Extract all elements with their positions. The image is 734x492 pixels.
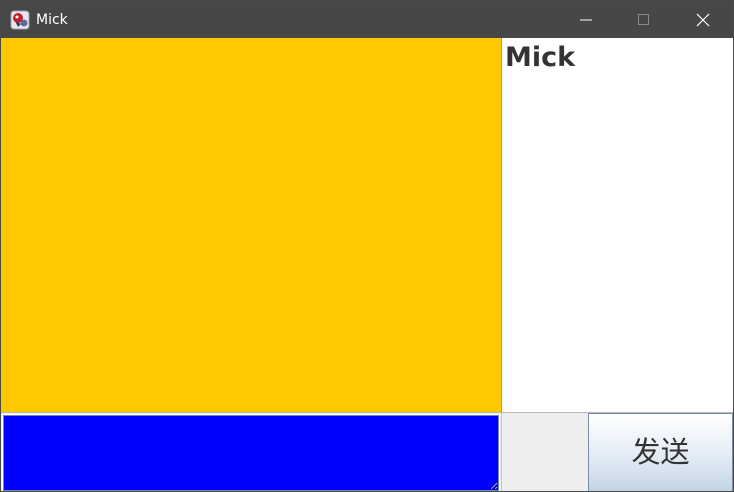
message-input[interactable]	[2, 414, 500, 491]
title-bar[interactable]: Mick	[1, 1, 733, 38]
close-icon	[696, 13, 710, 27]
maximize-icon	[638, 14, 649, 25]
user-list-item[interactable]: Mick	[505, 42, 575, 74]
compose-panel: 发送	[1, 412, 733, 491]
app-window: Mick Mick 发送	[0, 0, 734, 492]
main-canvas-panel[interactable]	[1, 38, 501, 412]
java-app-icon	[10, 10, 30, 30]
maximize-button[interactable]	[616, 1, 672, 38]
window-title: Mick	[36, 12, 68, 28]
close-button[interactable]	[676, 1, 732, 38]
minimize-icon	[580, 19, 592, 21]
user-list[interactable]: Mick	[502, 38, 733, 412]
send-button[interactable]: 发送	[588, 413, 733, 491]
compose-spacer	[502, 413, 588, 491]
minimize-button[interactable]	[559, 1, 615, 38]
